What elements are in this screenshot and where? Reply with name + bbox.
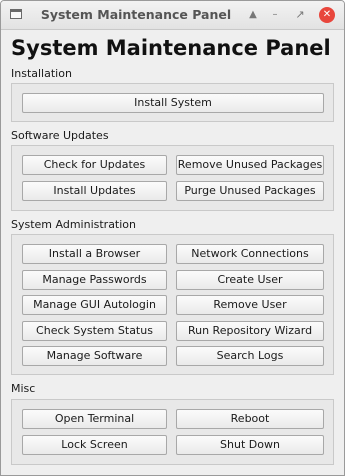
purge-unused-packages-button[interactable]: Purge Unused Packages [176,181,324,201]
run-repository-wizard-button[interactable]: Run Repository Wizard [176,321,324,341]
section-label-software-updates: Software Updates [11,129,109,142]
window-app-icon[interactable] [10,9,22,19]
search-logs-button[interactable]: Search Logs [176,346,324,366]
create-user-button[interactable]: Create User [176,270,324,290]
check-system-status-button[interactable]: Check System Status [22,321,167,341]
app-window: System Maintenance Panel ▲ – ↗ ✕ System … [0,0,345,476]
group-software-updates: Check for Updates Remove Unused Packages… [11,145,334,211]
open-terminal-button[interactable]: Open Terminal [22,409,167,429]
section-label-misc: Misc [11,382,36,395]
remove-user-button[interactable]: Remove User [176,295,324,315]
check-for-updates-button[interactable]: Check for Updates [22,155,167,175]
manage-passwords-button[interactable]: Manage Passwords [22,270,167,290]
install-updates-button[interactable]: Install Updates [22,181,167,201]
close-icon[interactable]: ✕ [319,7,335,23]
manage-gui-autologin-button[interactable]: Manage GUI Autologin [22,295,167,315]
lock-screen-button[interactable]: Lock Screen [22,435,167,455]
page-title: System Maintenance Panel [11,36,331,60]
manage-software-button[interactable]: Manage Software [22,346,167,366]
minimize-icon[interactable]: – [267,7,283,23]
install-browser-button[interactable]: Install a Browser [22,244,167,264]
reboot-button[interactable]: Reboot [176,409,324,429]
section-label-installation: Installation [11,67,72,80]
title-bar[interactable]: System Maintenance Panel ▲ – ↗ ✕ [1,1,344,30]
section-label-system-administration: System Administration [11,218,137,231]
network-connections-button[interactable]: Network Connections [176,244,324,264]
keep-above-icon[interactable]: ▲ [245,7,261,23]
group-system-administration: Install a Browser Network Connections Ma… [11,234,334,375]
group-installation: Install System [11,83,334,122]
window-title: System Maintenance Panel [40,7,232,22]
remove-unused-packages-button[interactable]: Remove Unused Packages [176,155,324,175]
install-system-button[interactable]: Install System [22,93,324,113]
shut-down-button[interactable]: Shut Down [176,435,324,455]
group-misc: Open Terminal Reboot Lock Screen Shut Do… [11,399,334,465]
maximize-icon[interactable]: ↗ [292,7,308,23]
